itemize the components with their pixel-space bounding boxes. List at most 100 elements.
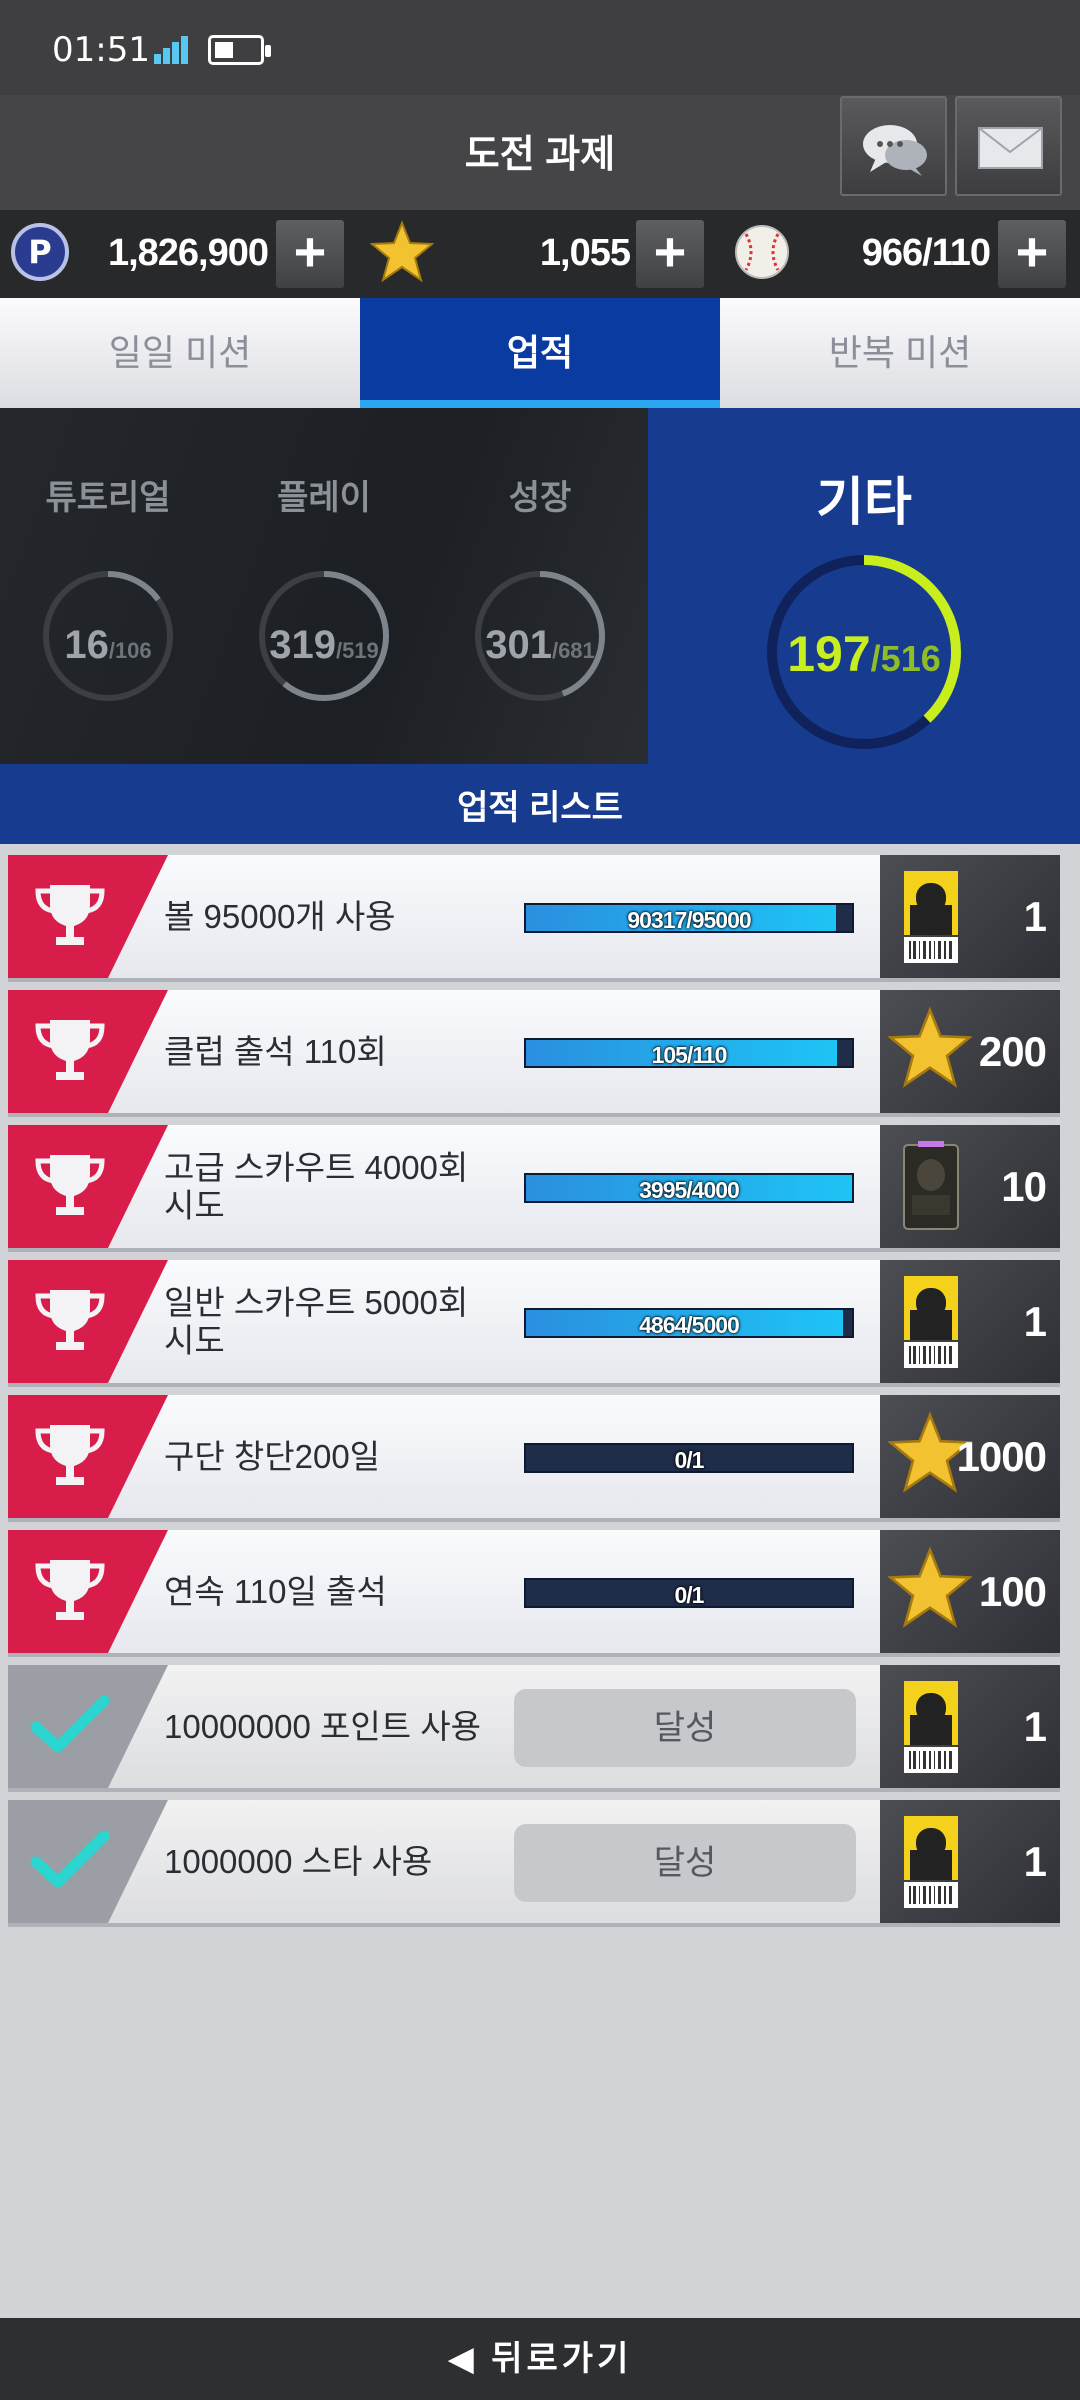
star-icon — [887, 1004, 973, 1100]
trophy-badge — [8, 1125, 168, 1248]
progress-bar: 4864/5000 — [524, 1308, 854, 1338]
mail-icon — [978, 127, 1043, 169]
achievement-name: 볼 95000개 사용 — [164, 897, 396, 935]
title-bar: 도전 과제 — [0, 95, 1080, 210]
achievement-row[interactable]: 볼 95000개 사용 90317/95000 1 — [8, 855, 1060, 982]
reward-value: 1 — [1023, 893, 1047, 940]
progress-bar: 105/110 — [524, 1038, 854, 1068]
category-name: 플레이 — [277, 479, 371, 517]
add-points-button[interactable]: + — [276, 220, 344, 288]
achievement-row[interactable]: 일반 스카우트 5000회 시도 4864/5000 1 — [8, 1260, 1060, 1387]
achievement-list-label: 업적 리스트 — [457, 789, 623, 827]
reward-box: 100 — [880, 1530, 1060, 1653]
reward-box: 10 — [880, 1125, 1060, 1248]
trophy-badge — [8, 1530, 168, 1653]
add-balls-button[interactable]: + — [998, 220, 1066, 288]
star-icon — [887, 1409, 973, 1505]
tab-daily-mission[interactable]: 일일 미션 — [0, 298, 360, 408]
trophy-icon — [30, 1415, 110, 1500]
progress-text: 0/1 — [674, 1582, 705, 1608]
achievement-list: 볼 95000개 사용 90317/95000 1 클럽 출석 110회 105/110… — [8, 855, 1060, 1935]
progress-text: 105/110 — [651, 1042, 728, 1068]
trophy-badge — [8, 855, 168, 978]
ring-value: 16/106 — [64, 623, 152, 667]
achieved-status-button[interactable]: 달성 — [514, 1824, 856, 1902]
progress-text: 3995/4000 — [639, 1177, 740, 1203]
category-name: 성장 — [508, 479, 572, 517]
reward-value: 10 — [1001, 1163, 1047, 1210]
check-icon — [30, 1691, 110, 1766]
progress-text: 90317/95000 — [627, 907, 751, 933]
player-card-icon — [900, 1274, 962, 1370]
reward-value: 100 — [978, 1568, 1047, 1615]
progress-bar: 0/1 — [524, 1578, 854, 1608]
progress-bar: 0/1 — [524, 1443, 854, 1473]
scout-card-icon — [900, 1139, 962, 1235]
reward-value: 1 — [1023, 1703, 1047, 1750]
achievement-name: 고급 스카우트 4000회 시도 — [164, 1148, 469, 1224]
completed-badge — [8, 1800, 168, 1923]
achievement-name: 일반 스카우트 5000회 시도 — [164, 1283, 469, 1359]
achievement-row[interactable]: 1000000 스타 사용 달성 1 — [8, 1800, 1060, 1927]
reward-box: 200 — [880, 990, 1060, 1113]
category-play[interactable]: 플레이 319/519 — [216, 408, 432, 764]
chat-icon — [863, 125, 927, 176]
stars-value: 1,055 — [539, 232, 631, 274]
reward-box: 1 — [880, 1260, 1060, 1383]
trophy-icon — [30, 1145, 110, 1230]
category-tutorial[interactable]: 튜토리얼 16/106 — [0, 408, 216, 764]
tab-achievements[interactable]: 업적 — [360, 298, 720, 408]
baseball-icon — [735, 225, 789, 279]
back-button[interactable]: ◀ 뒤로가기 — [0, 2318, 1080, 2400]
achievement-row[interactable]: 클럽 출석 110회 105/110 200 — [8, 990, 1060, 1117]
player-card-icon — [900, 1679, 962, 1775]
reward-box: 1 — [880, 855, 1060, 978]
achievement-name: 연속 110일 출석 — [164, 1572, 387, 1610]
battery-icon — [208, 35, 271, 65]
tab-repeat-mission[interactable]: 반복 미션 — [720, 298, 1080, 408]
category-growth[interactable]: 성장 301/681 — [432, 408, 648, 764]
signal-icon — [154, 36, 196, 64]
trophy-icon — [30, 1550, 110, 1635]
category-group: 튜토리얼 16/106 플레이 319/519 성장 301/681 — [0, 408, 648, 764]
trophy-icon — [30, 1280, 110, 1365]
achievement-row[interactable]: 고급 스카우트 4000회 시도 3995/4000 10 — [8, 1125, 1060, 1252]
reward-value: 200 — [978, 1028, 1047, 1075]
mail-button[interactable] — [955, 96, 1062, 196]
achievement-name: 10000000 포인트 사용 — [164, 1707, 481, 1745]
reward-value: 1 — [1023, 1838, 1047, 1885]
achievement-row[interactable]: 구단 창단200일 0/1 1000 — [8, 1395, 1060, 1522]
tab-bar: 일일 미션 업적 반복 미션 — [0, 298, 1080, 408]
trophy-badge — [8, 1260, 168, 1383]
achievement-row[interactable]: 10000000 포인트 사용 달성 1 — [8, 1665, 1060, 1792]
reward-value: 1 — [1023, 1298, 1047, 1345]
progress-text: 4864/5000 — [639, 1312, 740, 1338]
currency-bar: P 1,826,900 + 1,055 + 966/110 + — [0, 210, 1080, 298]
points-icon: P — [11, 223, 69, 281]
progress-bar: 90317/95000 — [524, 903, 854, 933]
achievement-name: 구단 창단200일 — [164, 1437, 381, 1475]
active-ring-value: 197/516 — [787, 626, 941, 682]
achievement-name: 1000000 스타 사용 — [164, 1842, 433, 1880]
player-card-icon — [900, 869, 962, 965]
achievement-name: 클럽 출석 110회 — [164, 1032, 387, 1070]
star-icon — [887, 1544, 973, 1640]
progress-text: 0/1 — [674, 1447, 705, 1473]
status-bar: 01:51 — [0, 0, 1080, 95]
player-card-icon — [900, 1814, 962, 1910]
reward-box: 1000 — [880, 1395, 1060, 1518]
achieved-status-button[interactable]: 달성 — [514, 1689, 856, 1767]
trophy-badge — [8, 1395, 168, 1518]
trophy-icon — [30, 1010, 110, 1095]
category-name: 튜토리얼 — [45, 479, 171, 517]
trophy-icon — [30, 875, 110, 960]
achievement-row[interactable]: 연속 110일 출석 0/1 100 — [8, 1530, 1060, 1657]
ring-value: 319/519 — [269, 623, 379, 667]
chat-button[interactable] — [840, 96, 947, 196]
reward-box: 1 — [880, 1800, 1060, 1923]
completed-badge — [8, 1665, 168, 1788]
category-name-active: 기타 — [816, 474, 912, 532]
check-icon — [30, 1826, 110, 1901]
progress-bar: 3995/4000 — [524, 1173, 854, 1203]
add-stars-button[interactable]: + — [636, 220, 704, 288]
